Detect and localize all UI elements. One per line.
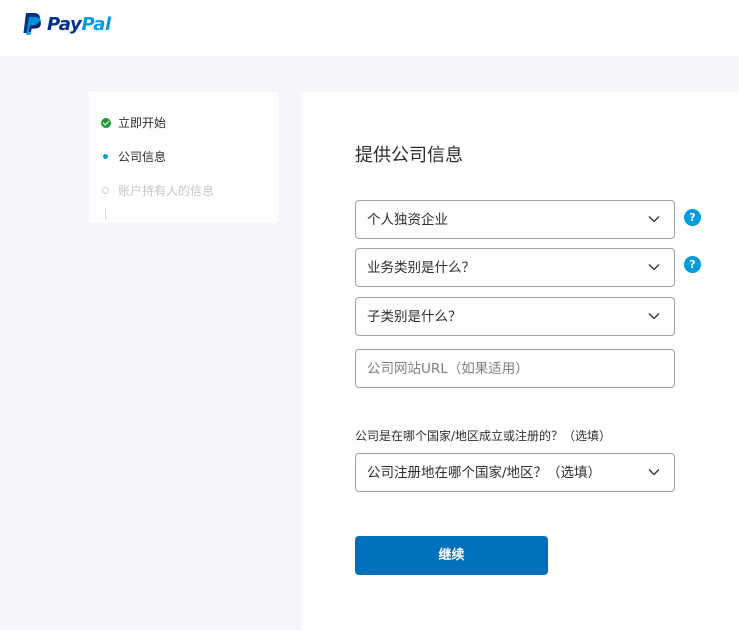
- check-icon: [101, 118, 111, 128]
- future-step-dot-icon: [102, 187, 109, 194]
- paypal-logo-icon: [23, 13, 42, 35]
- help-icon[interactable]: ?: [684, 209, 701, 226]
- step-label: 公司信息: [118, 150, 167, 164]
- business-category-select[interactable]: 业务类别是什么？: [355, 248, 675, 287]
- step-account-holder-info: 账户持有人的信息: [0, 181, 214, 201]
- country-value: 公司注册地在哪个国家/地区？（选填）: [367, 465, 602, 481]
- country-select[interactable]: 公司注册地在哪个国家/地区？（选填）: [355, 453, 675, 492]
- chevron-down-icon: [648, 216, 660, 223]
- business-type-select[interactable]: 个人独资企业: [355, 200, 675, 239]
- business-category-value: 业务类别是什么？: [367, 260, 475, 276]
- logo-text-pal: Pal: [81, 13, 111, 35]
- step-connector-line: [105, 208, 106, 220]
- help-icon[interactable]: ?: [684, 256, 701, 273]
- top-bar: PayPal: [0, 0, 739, 56]
- chevron-down-icon: [648, 313, 660, 320]
- website-url-input[interactable]: 公司网站URL（如果适用）: [355, 349, 675, 388]
- continue-button[interactable]: 继续: [355, 536, 548, 575]
- page-title: 提供公司信息: [355, 145, 463, 166]
- logo-text-pay: Pay: [47, 13, 82, 35]
- step-company-info: 公司信息: [0, 147, 189, 167]
- current-step-dot-icon: [103, 154, 108, 159]
- business-type-value: 个人独资企业: [367, 212, 448, 228]
- logo-wordmark: PayPal: [47, 14, 111, 35]
- step-label: 账户持有人的信息: [118, 184, 215, 198]
- chevron-down-icon: [648, 264, 660, 271]
- subcategory-value: 子类别是什么？: [367, 309, 462, 325]
- paypal-logo[interactable]: PayPal: [22, 12, 111, 36]
- step-get-started: 立即开始: [0, 113, 189, 133]
- step-label: 立即开始: [118, 116, 167, 130]
- website-url-placeholder: 公司网站URL（如果适用）: [367, 361, 529, 377]
- country-label: 公司是在哪个国家/地区成立或注册的？（选填）: [355, 429, 612, 443]
- chevron-down-icon: [648, 469, 660, 476]
- subcategory-select[interactable]: 子类别是什么？: [355, 297, 675, 336]
